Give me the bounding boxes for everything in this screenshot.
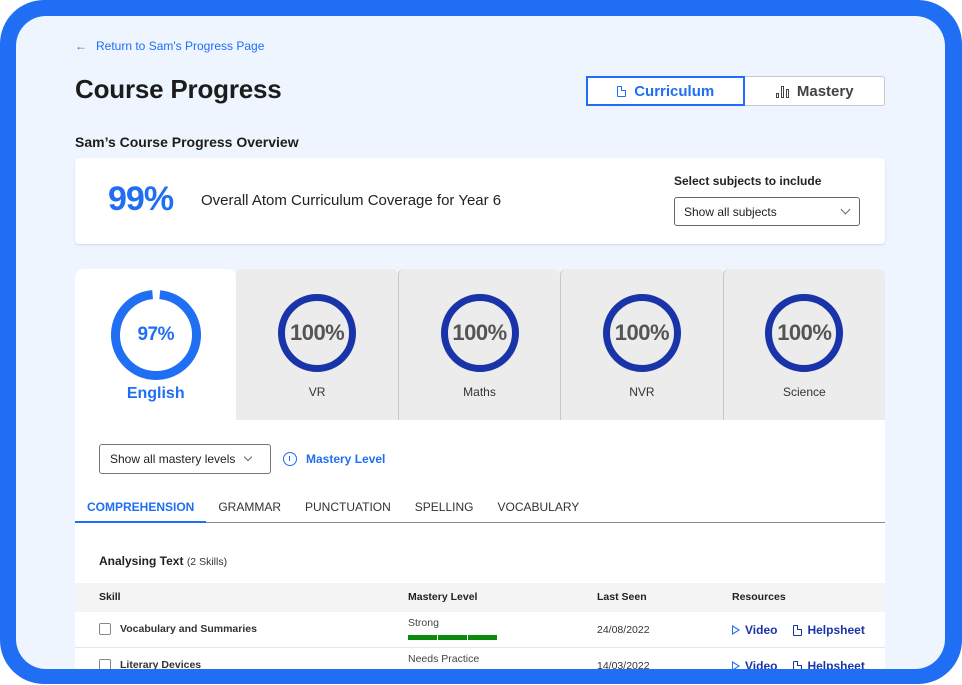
header-last-seen: Last Seen: [597, 591, 647, 603]
mastery-label: Needs Practice: [408, 653, 480, 665]
overview-card: 99% Overall Atom Curriculum Coverage for…: [75, 158, 885, 244]
subject-tab-science[interactable]: 100% Science: [722, 269, 886, 420]
overall-label: Overall Atom Curriculum Coverage for Yea…: [201, 192, 502, 209]
subject-name: English: [126, 385, 185, 402]
subject-name: Maths: [463, 385, 496, 399]
play-icon: [732, 625, 740, 635]
video-label: Video: [745, 659, 778, 669]
subject-name: NVR: [629, 385, 655, 399]
tab-punctuation[interactable]: PUNCTUATION: [293, 493, 403, 523]
subjects-select-label: Select subjects to include: [674, 174, 822, 188]
skill-checkbox[interactable]: [99, 659, 111, 669]
progress-ring: 97%: [110, 289, 202, 381]
skill-group-name: Analysing Text: [99, 554, 184, 568]
subject-name: VR: [308, 385, 326, 399]
subject-name: Science: [782, 385, 826, 399]
mastery-cell: Strong: [408, 617, 497, 640]
mastery-level-select-value: Show all mastery levels: [110, 452, 236, 466]
view-toggle: Curriculum Mastery: [586, 76, 885, 106]
resources-cell: Video Helpsheet: [732, 623, 865, 637]
page-title: Course Progress: [75, 74, 282, 104]
header-resources: Resources: [732, 591, 786, 603]
table-header: Skill Mastery Level Last Seen Resources: [75, 583, 885, 612]
subject-tab-maths[interactable]: 100% Maths: [397, 269, 561, 420]
back-link-label: Return to Sam's Progress Page: [96, 39, 265, 53]
subjects-select-value: Show all subjects: [684, 204, 777, 219]
subject-tab-nvr[interactable]: 100% NVR: [560, 269, 723, 420]
mastery-bar: [408, 635, 497, 640]
mastery-label: Mastery: [796, 82, 854, 100]
tab-vocabulary[interactable]: VOCABULARY: [486, 493, 592, 523]
progress-ring: 100%: [764, 293, 844, 373]
skill-name: Vocabulary and Summaries: [120, 623, 257, 635]
helpsheet-label: Helpsheet: [807, 623, 865, 637]
mastery-bar-segment: [408, 635, 437, 640]
mastery-bar-segment: [468, 635, 497, 640]
header-skill: Skill: [99, 591, 121, 603]
skill-checkbox[interactable]: [99, 623, 111, 635]
skill-group-count: (2 Skills): [186, 556, 228, 568]
progress-ring: 100%: [277, 293, 357, 373]
skill-cell: Vocabulary and Summaries: [99, 623, 257, 635]
mastery-level-info-link[interactable]: Mastery Level: [283, 452, 385, 466]
tab-comprehension[interactable]: COMPREHENSION: [75, 493, 207, 523]
skills-table: Skill Mastery Level Last Seen Resources …: [75, 583, 885, 669]
page: ← Return to Sam's Progress Page Course P…: [16, 16, 945, 669]
subject-tab-english[interactable]: 97% English: [75, 269, 237, 420]
progress-ring: 100%: [602, 293, 682, 373]
subject-detail-panel: Show all mastery levels Mastery Level CO…: [75, 420, 885, 669]
table-row: Literary Devices Needs Practice 14/03/20…: [75, 648, 885, 669]
last-seen: 24/08/2022: [597, 624, 650, 636]
video-label: Video: [745, 623, 778, 637]
document-icon: [617, 85, 627, 97]
tab-spelling[interactable]: SPELLING: [403, 493, 486, 523]
helpsheet-label: Helpsheet: [807, 659, 865, 669]
curriculum-label: Curriculum: [634, 82, 715, 100]
topic-tabs: COMPREHENSION GRAMMAR PUNCTUATION SPELLI…: [75, 493, 885, 523]
skill-group-title: Analysing Text (2 Skills): [99, 554, 227, 568]
chevron-down-icon: [840, 204, 851, 215]
mastery-level-select[interactable]: Show all mastery levels: [99, 444, 271, 474]
play-icon: [732, 661, 740, 669]
mastery-level-info-label: Mastery Level: [306, 452, 386, 466]
last-seen: 14/03/2022: [597, 660, 650, 669]
progress-percent: 100%: [289, 320, 345, 345]
overview-heading: Sam’s Course Progress Overview: [75, 134, 299, 150]
video-link[interactable]: Video: [732, 659, 777, 669]
info-icon: [283, 452, 297, 466]
back-link[interactable]: ← Return to Sam's Progress Page: [75, 39, 264, 53]
progress-ring: 100%: [440, 293, 520, 373]
mastery-label: Strong: [408, 617, 439, 629]
helpsheet-link[interactable]: Helpsheet: [793, 623, 865, 637]
subject-tabs: 97% English 100% VR 100% Maths 100% NVR …: [75, 269, 886, 420]
progress-percent: 97%: [137, 324, 174, 345]
table-row: Vocabulary and Summaries Strong 24/08/20…: [75, 612, 885, 648]
overall-percent: 99%: [108, 180, 174, 218]
header-mastery: Mastery Level: [408, 591, 478, 603]
resources-cell: Video Helpsheet: [732, 659, 865, 669]
mastery-cell: Needs Practice: [408, 653, 497, 669]
bar-chart-icon: [775, 85, 789, 98]
mastery-view-button[interactable]: Mastery: [745, 76, 885, 106]
chevron-down-icon: [244, 452, 253, 462]
arrow-left-icon: ←: [75, 39, 87, 53]
subject-tab-vr[interactable]: 100% VR: [236, 269, 398, 420]
subjects-select[interactable]: Show all subjects: [674, 197, 860, 226]
mastery-bar-segment: [438, 635, 467, 640]
tab-grammar[interactable]: GRAMMAR: [206, 493, 293, 523]
skill-name: Literary Devices: [120, 659, 202, 669]
document-icon: [793, 624, 803, 636]
skill-cell: Literary Devices: [99, 659, 201, 669]
video-link[interactable]: Video: [732, 623, 777, 637]
helpsheet-link[interactable]: Helpsheet: [793, 659, 865, 669]
curriculum-view-button[interactable]: Curriculum: [586, 76, 746, 106]
progress-percent: 100%: [452, 320, 507, 345]
progress-percent: 100%: [614, 320, 670, 345]
progress-percent: 100%: [777, 320, 832, 345]
document-icon: [793, 660, 803, 669]
